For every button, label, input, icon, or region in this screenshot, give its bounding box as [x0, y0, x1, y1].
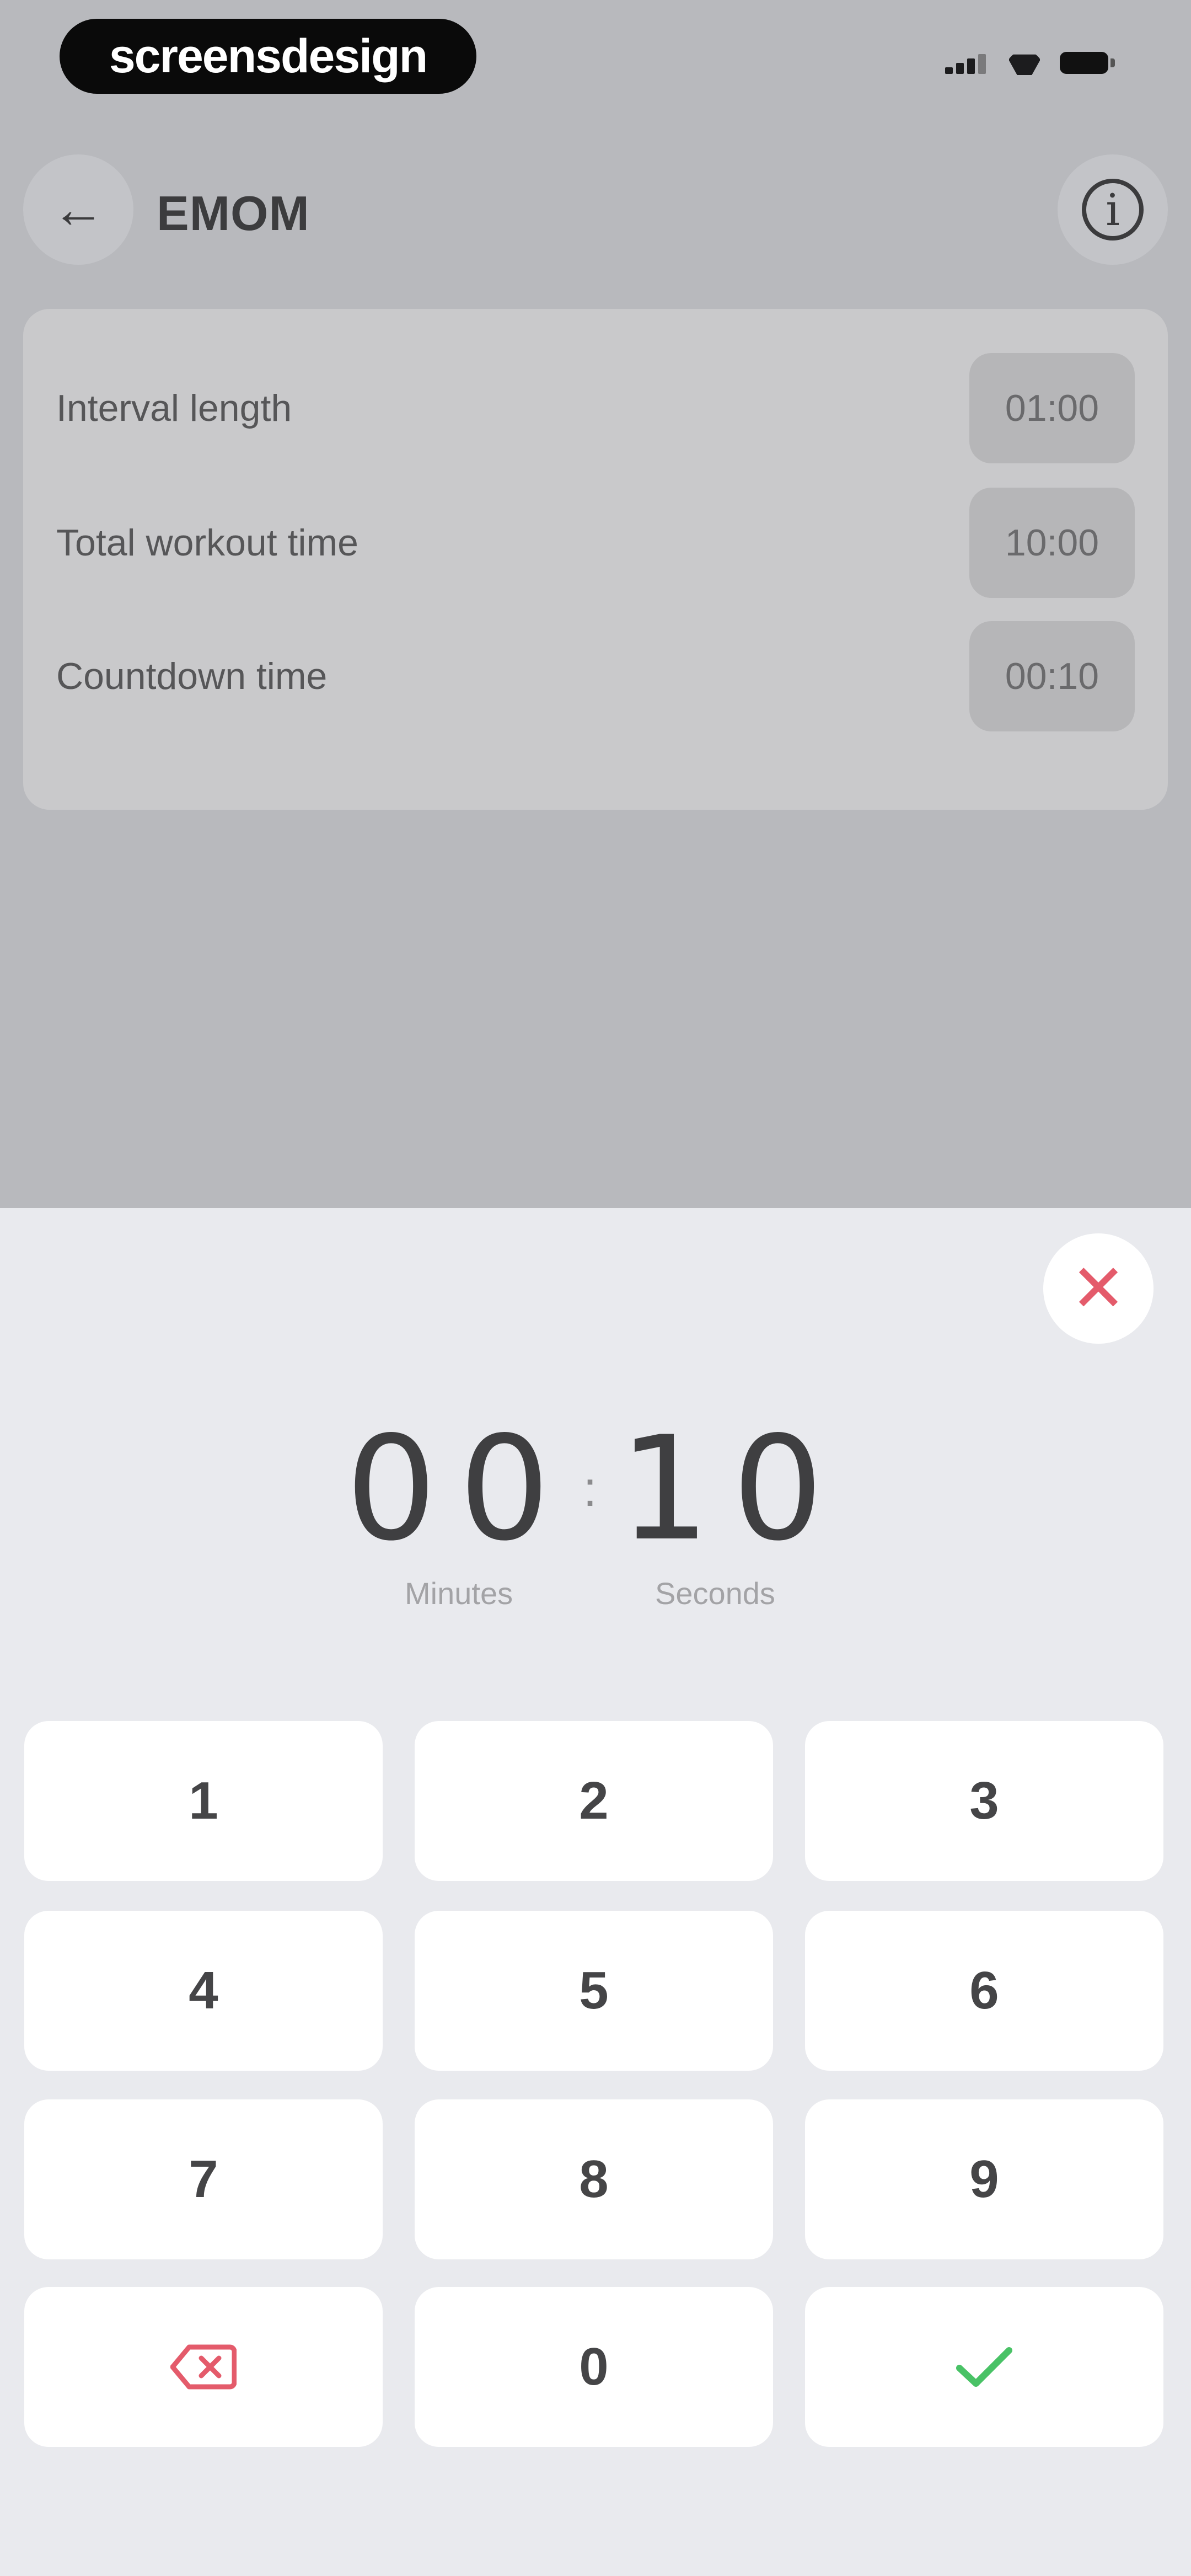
close-icon: ✕ — [1070, 1252, 1126, 1326]
seconds-label: Seconds — [655, 1576, 775, 1611]
minutes-value: 00 — [345, 1406, 572, 1573]
confirm-key[interactable] — [805, 2287, 1163, 2447]
setting-label: Total workout time — [56, 522, 358, 564]
time-display: 00 : 10 — [0, 1406, 1191, 1573]
key-5[interactable]: 5 — [415, 1911, 773, 2071]
arrow-left-icon: ← — [52, 180, 105, 239]
key-7[interactable]: 7 — [24, 2099, 383, 2259]
seconds-value: 10 — [619, 1406, 846, 1573]
setting-value-total[interactable]: 10:00 — [969, 488, 1135, 598]
setting-row-countdown: Countdown time 00:10 — [56, 621, 1135, 731]
page-title: EMOM — [157, 186, 310, 241]
status-bar — [945, 51, 1115, 75]
setting-label: Interval length — [56, 387, 292, 429]
battery-icon — [1060, 52, 1115, 74]
brand-text: screensdesign — [109, 30, 428, 83]
setting-row-interval: Interval length 01:00 — [56, 353, 1135, 463]
key-1[interactable]: 1 — [24, 1721, 383, 1881]
key-6[interactable]: 6 — [805, 1911, 1163, 2071]
setting-value-interval[interactable]: 01:00 — [969, 353, 1135, 463]
key-9[interactable]: 9 — [805, 2099, 1163, 2259]
info-icon: i — [1082, 179, 1144, 241]
key-8[interactable]: 8 — [415, 2099, 773, 2259]
wifi-icon — [1009, 51, 1040, 75]
delete-key[interactable] — [24, 2287, 383, 2447]
back-button[interactable]: ← — [23, 154, 133, 265]
check-icon — [956, 2347, 1012, 2387]
key-0[interactable]: 0 — [415, 2287, 773, 2447]
setting-label: Countdown time — [56, 655, 328, 697]
key-2[interactable]: 2 — [415, 1721, 773, 1881]
settings-card: Interval length 01:00 Total workout time… — [23, 309, 1168, 810]
backspace-icon — [170, 2344, 237, 2390]
close-button[interactable]: ✕ — [1043, 1233, 1154, 1344]
key-3[interactable]: 3 — [805, 1721, 1163, 1881]
brand-logo: screensdesign — [60, 19, 476, 94]
minutes-label: Minutes — [405, 1576, 513, 1611]
setting-row-total: Total workout time 10:00 — [56, 488, 1135, 598]
signal-icon — [945, 52, 989, 74]
time-separator: : — [583, 1461, 597, 1517]
info-button[interactable]: i — [1058, 154, 1168, 265]
setting-value-countdown[interactable]: 00:10 — [969, 621, 1135, 731]
key-4[interactable]: 4 — [24, 1911, 383, 2071]
